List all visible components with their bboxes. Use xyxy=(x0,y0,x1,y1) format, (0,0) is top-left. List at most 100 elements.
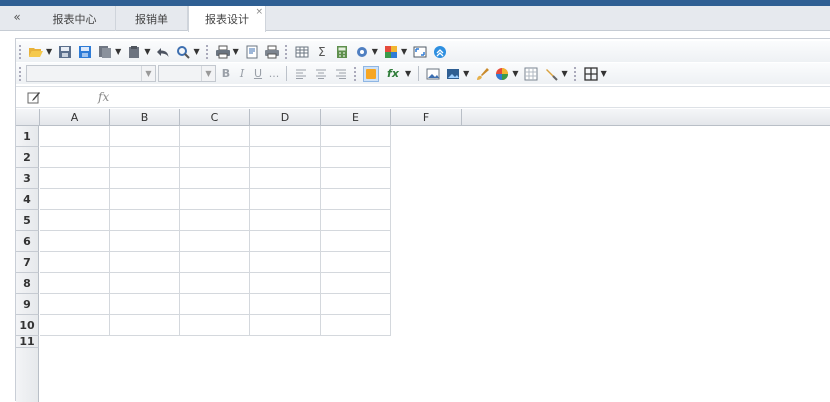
row-header-8[interactable]: 8 xyxy=(16,273,39,294)
cell-a8[interactable] xyxy=(40,273,110,294)
cell-d6[interactable] xyxy=(250,231,321,252)
toolbar-grip[interactable] xyxy=(284,44,289,59)
cell-b8[interactable] xyxy=(110,273,180,294)
copy-icon[interactable] xyxy=(97,44,113,60)
cell-a5[interactable] xyxy=(40,210,110,231)
toolbar-grip[interactable] xyxy=(573,66,578,81)
cell-c10[interactable] xyxy=(180,315,250,336)
color-wheel-icon[interactable] xyxy=(494,66,510,82)
undo-icon[interactable] xyxy=(155,44,171,60)
cell-a9[interactable] xyxy=(40,294,110,315)
font-name-select[interactable]: ▼ xyxy=(26,65,156,82)
cell-e2[interactable] xyxy=(321,147,391,168)
cell-e8[interactable] xyxy=(321,273,391,294)
chevron-down-icon[interactable]: ▼ xyxy=(512,69,518,78)
row-header-3[interactable]: 3 xyxy=(16,168,39,189)
cell-d4[interactable] xyxy=(250,189,321,210)
cell-b7[interactable] xyxy=(110,252,180,273)
calculator-icon[interactable] xyxy=(334,44,350,60)
cell-c5[interactable] xyxy=(180,210,250,231)
more-button[interactable]: ... xyxy=(267,67,281,80)
cell-b6[interactable] xyxy=(110,231,180,252)
cell-d1[interactable] xyxy=(250,126,321,147)
align-center-icon[interactable] xyxy=(313,66,329,82)
spreadsheet-grid[interactable]: A B C D E F 1 2 3 4 5 6 7 8 9 10 11 xyxy=(16,109,830,402)
cell-e4[interactable] xyxy=(321,189,391,210)
save-icon[interactable] xyxy=(57,44,73,60)
chevron-down-icon[interactable]: ▼ xyxy=(233,47,239,56)
cell-b5[interactable] xyxy=(110,210,180,231)
chevron-down-icon[interactable]: ▼ xyxy=(405,69,411,78)
column-header-d[interactable]: D xyxy=(250,109,321,126)
align-right-icon[interactable] xyxy=(333,66,349,82)
cell-a7[interactable] xyxy=(40,252,110,273)
column-header-e[interactable]: E xyxy=(321,109,391,126)
toolbar-grip[interactable] xyxy=(205,44,210,59)
cell-d5[interactable] xyxy=(250,210,321,231)
column-header-b[interactable]: B xyxy=(110,109,180,126)
row-header-2[interactable]: 2 xyxy=(16,147,39,168)
chevron-down-icon[interactable]: ▼ xyxy=(144,47,150,56)
cell-e5[interactable] xyxy=(321,210,391,231)
cell-e9[interactable] xyxy=(321,294,391,315)
row-header-11[interactable]: 11 xyxy=(16,335,39,348)
row-header-4[interactable]: 4 xyxy=(16,189,39,210)
toolbar-grip[interactable] xyxy=(19,66,23,81)
cell-e3[interactable] xyxy=(321,168,391,189)
row-header-1[interactable]: 1 xyxy=(16,126,39,147)
row-header-10[interactable]: 10 xyxy=(16,315,39,336)
open-folder-icon[interactable] xyxy=(28,44,44,60)
cell-c1[interactable] xyxy=(180,126,250,147)
print-icon[interactable] xyxy=(215,44,231,60)
cell-b3[interactable] xyxy=(110,168,180,189)
chevron-down-icon[interactable]: ▼ xyxy=(372,47,378,56)
chevron-down-icon[interactable]: ▼ xyxy=(401,47,407,56)
cell-a6[interactable] xyxy=(40,231,110,252)
cell-b4[interactable] xyxy=(110,189,180,210)
column-header-f[interactable]: F xyxy=(391,109,462,126)
color-grid-icon[interactable] xyxy=(383,44,399,60)
font-size-select[interactable]: ▼ xyxy=(158,65,216,82)
brush-icon[interactable] xyxy=(474,66,490,82)
chevron-down-icon[interactable]: ▼ xyxy=(115,47,121,56)
cell-c2[interactable] xyxy=(180,147,250,168)
fullscreen-icon[interactable] xyxy=(412,44,428,60)
table-icon[interactable] xyxy=(294,44,310,60)
close-icon[interactable]: × xyxy=(255,7,263,17)
column-header-a[interactable]: A xyxy=(40,109,110,126)
cell-e6[interactable] xyxy=(321,231,391,252)
cell-d3[interactable] xyxy=(250,168,321,189)
tab-report-design[interactable]: 报表设计 × xyxy=(188,6,266,32)
formula-input[interactable] xyxy=(117,88,830,106)
cell-b1[interactable] xyxy=(110,126,180,147)
cell-d9[interactable] xyxy=(250,294,321,315)
toolbar-grip[interactable] xyxy=(19,44,23,59)
tab-report-center[interactable]: 报表中心 xyxy=(34,6,116,31)
cell-c7[interactable] xyxy=(180,252,250,273)
cell-c9[interactable] xyxy=(180,294,250,315)
collapse-up-icon[interactable] xyxy=(432,44,448,60)
function-icon[interactable]: fx xyxy=(383,66,403,82)
cell-a1[interactable] xyxy=(40,126,110,147)
cell-e10[interactable] xyxy=(321,315,391,336)
row-header-7[interactable]: 7 xyxy=(16,252,39,273)
sigma-icon[interactable]: Σ xyxy=(314,44,330,60)
cell-c3[interactable] xyxy=(180,168,250,189)
settings-icon[interactable] xyxy=(354,44,370,60)
cell-d10[interactable] xyxy=(250,315,321,336)
underline-button[interactable]: U xyxy=(251,67,265,80)
zoom-icon[interactable] xyxy=(175,44,191,60)
cell-d7[interactable] xyxy=(250,252,321,273)
cell-a10[interactable] xyxy=(40,315,110,336)
row-header-6[interactable]: 6 xyxy=(16,231,39,252)
cell-b2[interactable] xyxy=(110,147,180,168)
cell-d2[interactable] xyxy=(250,147,321,168)
paste-icon[interactable] xyxy=(126,44,142,60)
chevron-down-icon[interactable]: ▼ xyxy=(46,47,52,56)
print-setup-icon[interactable] xyxy=(264,44,280,60)
chevron-down-icon[interactable]: ▼ xyxy=(141,66,155,81)
format-painter-icon[interactable] xyxy=(543,66,559,82)
edit-icon[interactable] xyxy=(26,89,42,105)
cell-e1[interactable] xyxy=(321,126,391,147)
row-header-9[interactable]: 9 xyxy=(16,294,39,315)
